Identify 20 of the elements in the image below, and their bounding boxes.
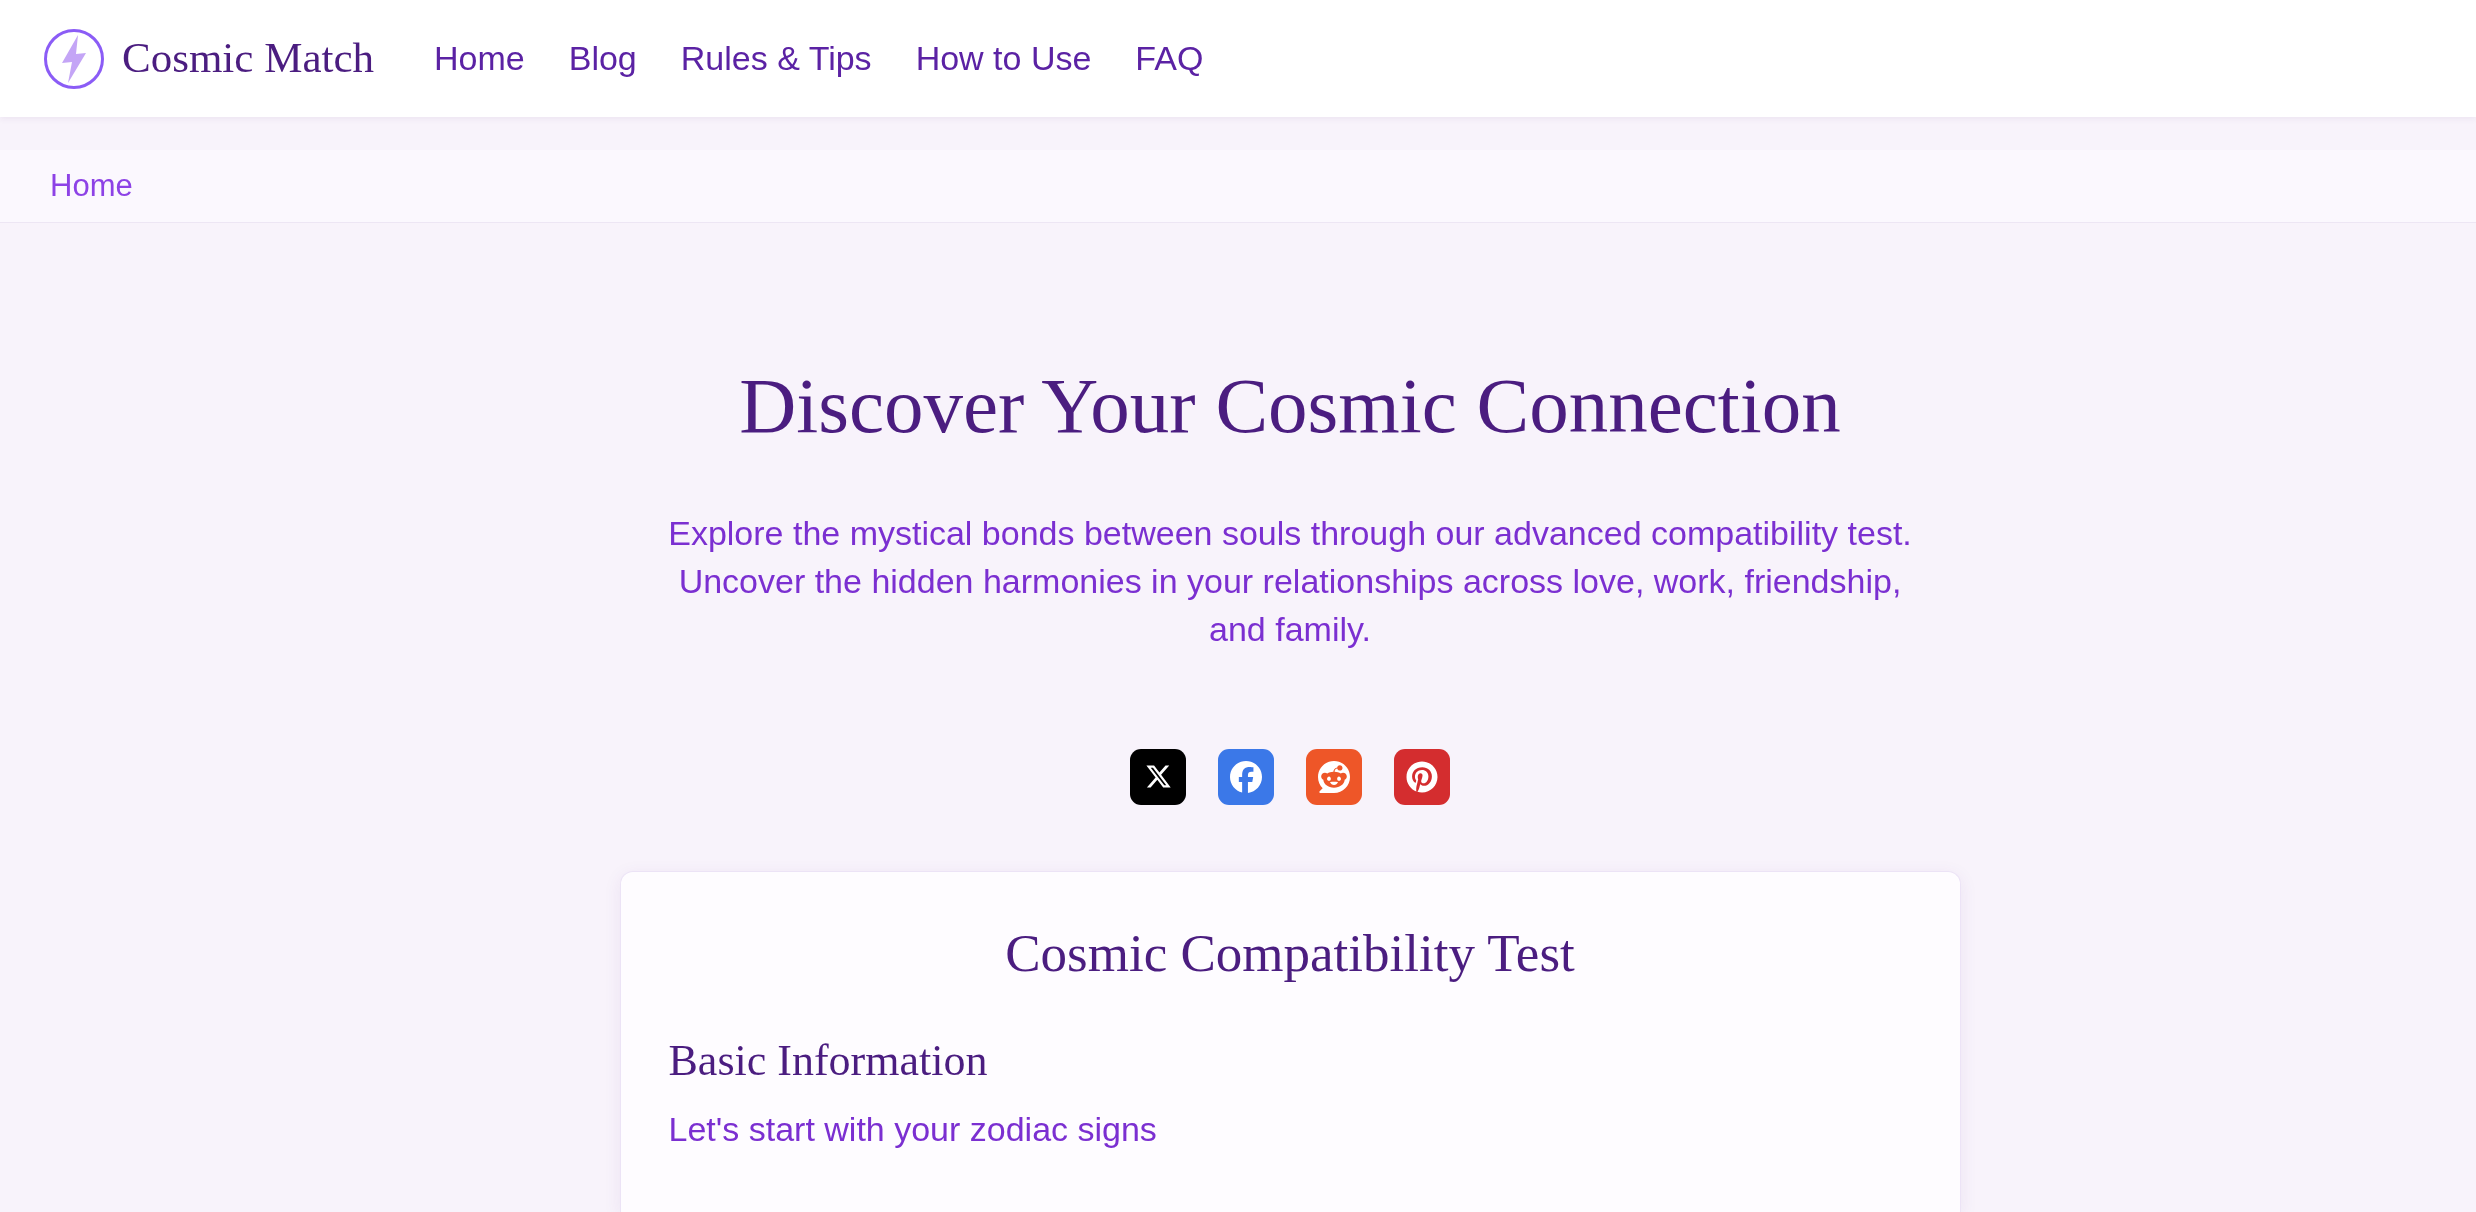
reddit-alien-icon	[1318, 760, 1350, 793]
nav-link[interactable]: Rules & Tips	[680, 33, 872, 84]
nav-link[interactable]: FAQ	[1135, 33, 1204, 84]
nav-link[interactable]: How to Use	[915, 33, 1092, 84]
facebook-logo-icon	[1230, 760, 1262, 793]
pinterest-logo-icon	[1406, 760, 1438, 793]
nav-link[interactable]: Blog	[568, 33, 637, 84]
x-share-button[interactable]	[1130, 748, 1186, 805]
section-subtitle: Let's start with your zodiac signs	[668, 1109, 1158, 1151]
pinterest-share-button[interactable]	[1394, 748, 1450, 805]
reddit-share-button[interactable]	[1306, 748, 1362, 805]
brand-link[interactable]: Cosmic Match	[44, 26, 374, 91]
facebook-share-button[interactable]	[1218, 748, 1274, 805]
hero-title: Discover Your Cosmic Connection	[739, 361, 1841, 451]
breadcrumb-link[interactable]: Home	[50, 162, 133, 210]
hero-description: Explore the mystical bonds between souls through our advanced compatibility test. Uncover the hidden harmonies in your relationships across love, work, friendship, and family.	[667, 512, 1913, 650]
lightning-bolt-logo-icon	[44, 28, 104, 89]
nav-link[interactable]: Home	[434, 33, 525, 84]
section-heading: Basic Information	[668, 1035, 989, 1088]
card-title: Cosmic Compatibility Test	[1004, 922, 1576, 984]
